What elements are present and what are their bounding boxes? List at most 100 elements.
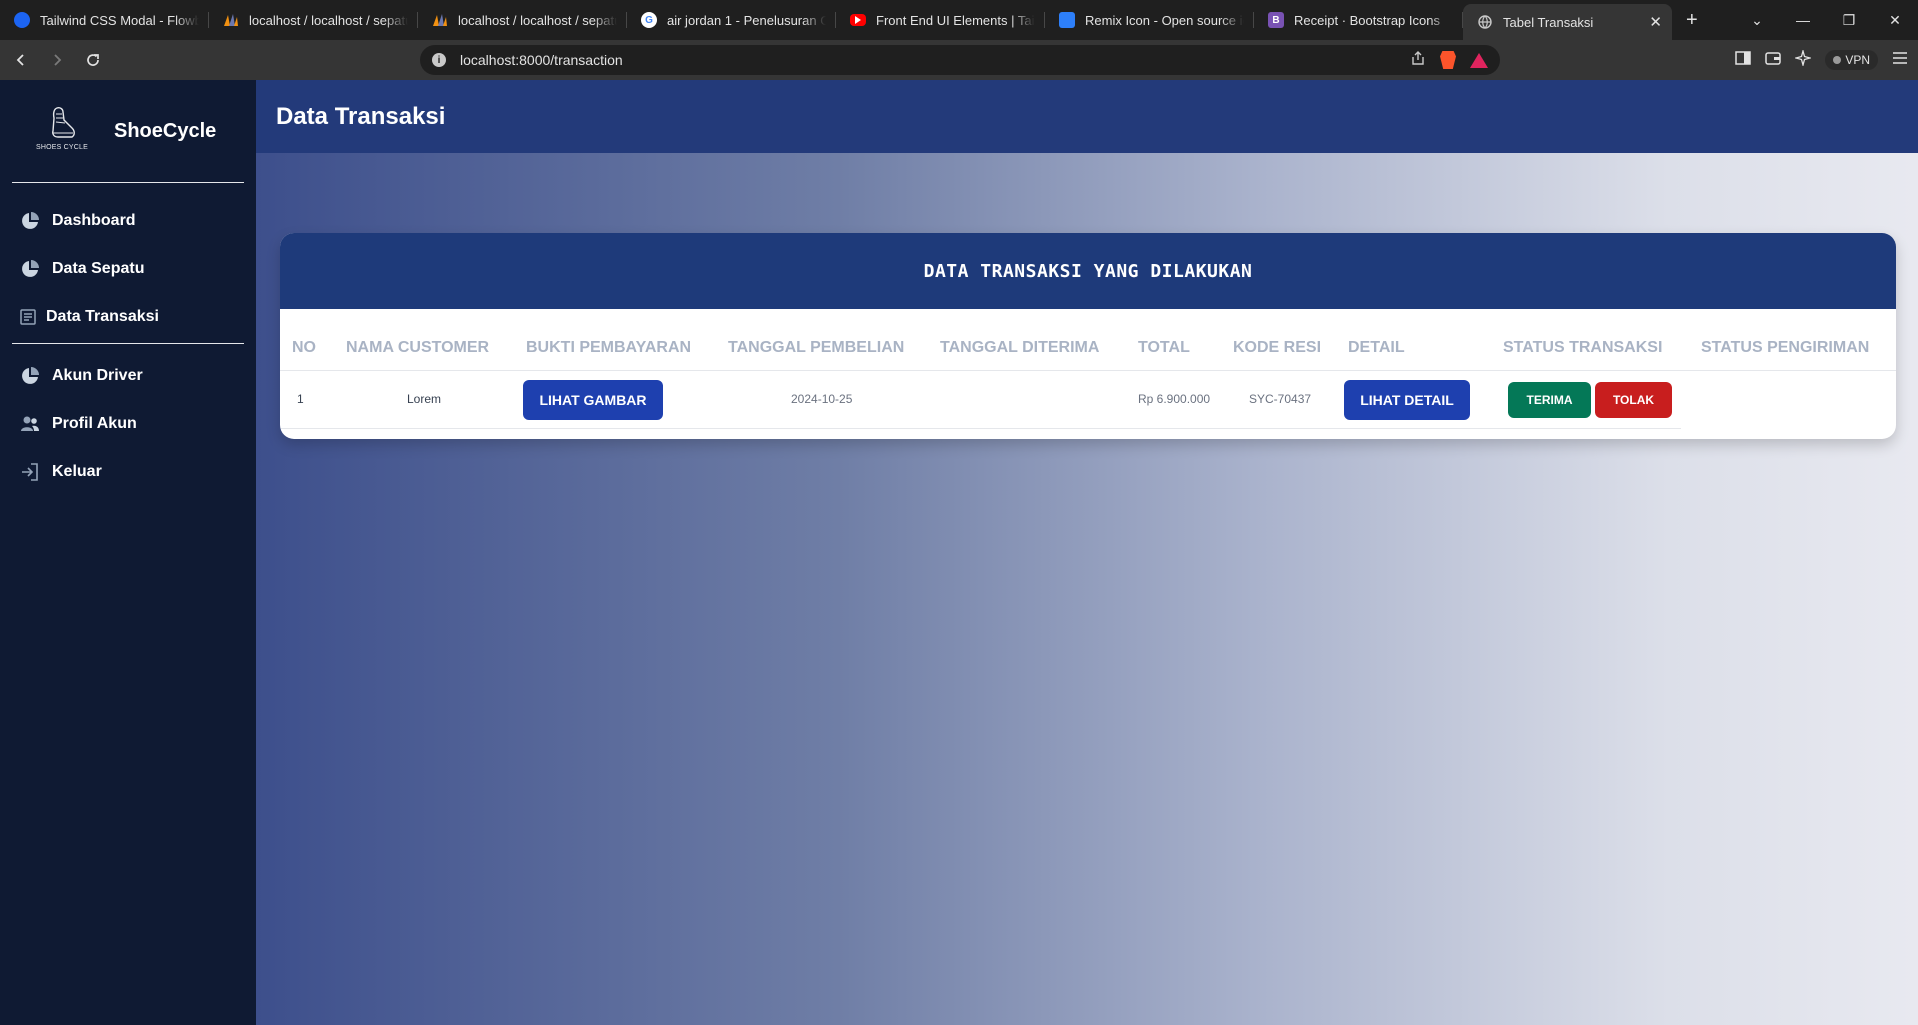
view-proof-button[interactable]: LIHAT GAMBAR <box>523 380 663 420</box>
sidebar-item-label: Profil Akun <box>52 415 137 432</box>
brave-rewards-icon[interactable] <box>1470 52 1488 68</box>
sidebar-item-label: Keluar <box>52 463 102 480</box>
sidebar-item-profil-akun[interactable]: Profil Akun <box>0 400 256 448</box>
reject-transaction-button[interactable]: TOLAK <box>1595 382 1672 418</box>
sidebar-item-akun-driver[interactable]: Akun Driver <box>0 352 256 400</box>
table-row: 1 Lorem LIHAT GAMBAR 2024-10-25 Rp 6.900… <box>280 371 1681 429</box>
cell-customer: Lorem <box>407 392 442 406</box>
card-title: DATA TRANSAKSI YANG DILAKUKAN <box>923 260 1253 282</box>
sidebar-item-data-sepatu[interactable]: Data Sepatu <box>0 245 256 293</box>
pie-chart-icon <box>22 212 39 229</box>
logout-icon <box>22 463 38 481</box>
sidebar-item-dashboard[interactable]: Dashboard <box>0 197 256 245</box>
sidebar-item-label: Data Transaksi <box>46 308 159 325</box>
browser-tab[interactable]: Tailwind CSS Modal - Flowbite <box>0 0 209 40</box>
column-header-purchase-date: TANGGAL PEMBELIAN <box>728 339 905 356</box>
table-header-row: NO NAMA CUSTOMER BUKTI PEMBAYARAN TANGGA… <box>280 309 1896 371</box>
browser-tab[interactable]: localhost / localhost / sepatu-t <box>418 0 627 40</box>
brand[interactable]: SHOES CYCLE ShoeCycle <box>0 80 256 182</box>
column-header-customer: NAMA CUSTOMER <box>346 339 490 356</box>
wallet-icon[interactable] <box>1765 51 1782 69</box>
view-detail-button[interactable]: LIHAT DETAIL <box>1344 380 1470 420</box>
receipt-icon <box>20 309 36 325</box>
sidebar-menu-main: Dashboard Data Sepatu Data Transaksi <box>0 183 256 343</box>
restore-button[interactable]: ❐ <box>1826 12 1872 29</box>
flowbite-favicon-icon <box>14 12 30 28</box>
google-favicon-icon: G <box>641 12 657 28</box>
share-icon[interactable] <box>1410 50 1426 70</box>
cell-purchase-date: 2024-10-25 <box>791 392 853 406</box>
browser-toolbar: i localhost:8000/transaction VPN <box>0 40 1918 80</box>
browser-tab[interactable]: Front End UI Elements | Tailwi <box>836 0 1045 40</box>
youtube-favicon-icon <box>850 14 866 26</box>
browser-tab[interactable]: B Receipt · Bootstrap Icons <box>1254 0 1463 40</box>
toolbar-right-actions: VPN <box>1735 40 1908 80</box>
phpmyadmin-favicon-icon <box>223 12 239 28</box>
page-header: Data Transaksi <box>256 80 1918 153</box>
shoe-logo-icon <box>52 107 75 138</box>
logo-caption: SHOES CYCLE <box>36 144 88 151</box>
vpn-label: VPN <box>1845 53 1870 67</box>
site-info-icon[interactable]: i <box>432 53 446 67</box>
new-tab-button[interactable]: + <box>1672 9 1712 32</box>
globe-favicon-icon <box>1477 14 1493 30</box>
sidebar: SHOES CYCLE ShoeCycle Dashboard Data Sep… <box>0 80 256 1025</box>
sidebar-item-label: Data Sepatu <box>52 260 145 277</box>
column-header-detail: DETAIL <box>1348 339 1405 356</box>
column-header-no: NO <box>292 339 316 356</box>
forward-button[interactable] <box>42 45 72 75</box>
shoecycle-logo: SHOES CYCLE <box>34 106 90 156</box>
browser-tab[interactable]: Remix Icon - Open source icon <box>1045 0 1254 40</box>
sidebar-item-label: Akun Driver <box>52 367 143 384</box>
menu-icon[interactable] <box>1892 51 1908 69</box>
pie-chart-icon <box>22 260 39 277</box>
column-header-total: TOTAL <box>1138 339 1190 356</box>
cell-no: 1 <box>297 392 304 406</box>
brand-name: ShoeCycle <box>114 119 217 142</box>
tab-title: Front End UI Elements | Tailwi <box>876 12 1035 28</box>
close-window-button[interactable]: ✕ <box>1872 12 1918 29</box>
tab-search-icon[interactable]: ⌄ <box>1734 12 1780 29</box>
sidebar-menu-account: Akun Driver Profil Akun Keluar <box>0 344 256 498</box>
column-header-resi: KODE RESI <box>1233 339 1322 356</box>
main-content: Data Transaksi DATA TRANSAKSI YANG DILAK… <box>256 80 1918 1025</box>
browser-tab[interactable]: G air jordan 1 - Penelusuran Goo <box>627 0 836 40</box>
tab-title: Remix Icon - Open source icon <box>1085 12 1244 28</box>
reload-button[interactable] <box>78 45 108 75</box>
browser-tab[interactable]: localhost / localhost / sepatu-t <box>209 0 418 40</box>
bootstrap-favicon-icon: B <box>1268 12 1284 28</box>
page-title: Data Transaksi <box>276 102 446 130</box>
users-icon <box>21 416 39 431</box>
accept-transaction-button[interactable]: TERIMA <box>1508 382 1591 418</box>
vpn-status-icon <box>1833 56 1842 64</box>
card-header: DATA TRANSAKSI YANG DILAKUKAN <box>280 233 1896 309</box>
leo-ai-icon[interactable] <box>1793 48 1813 70</box>
transaction-table-card: DATA TRANSAKSI YANG DILAKUKAN NO NAMA CU… <box>280 233 1896 439</box>
sidebar-item-keluar[interactable]: Keluar <box>0 448 256 496</box>
close-tab-icon[interactable]: ✕ <box>1649 13 1662 31</box>
cell-resi: SYC-70437 <box>1249 392 1312 406</box>
column-header-received-date: TANGGAL DITERIMA <box>940 339 1100 356</box>
browser-tab-strip: Tailwind CSS Modal - Flowbite localhost … <box>0 0 1918 40</box>
address-bar[interactable]: i localhost:8000/transaction <box>420 45 1500 75</box>
browser-tab-active[interactable]: Tabel Transaksi ✕ <box>1463 4 1672 40</box>
remix-icon-favicon-icon <box>1059 12 1075 28</box>
tab-title: localhost / localhost / sepatu-t <box>458 12 617 28</box>
url-text[interactable]: localhost:8000/transaction <box>460 52 623 68</box>
cell-total: Rp 6.900.000 <box>1138 392 1211 406</box>
sidebar-item-data-transaksi[interactable]: Data Transaksi <box>0 293 256 341</box>
brave-shields-icon[interactable] <box>1440 51 1456 69</box>
window-controls: ⌄ — ❐ ✕ <box>1734 0 1918 40</box>
vpn-button[interactable]: VPN <box>1825 50 1878 70</box>
minimize-button[interactable]: — <box>1780 12 1826 28</box>
phpmyadmin-favicon-icon <box>432 12 448 28</box>
pie-chart-icon <box>22 367 39 384</box>
tab-title: Tabel Transaksi <box>1503 14 1594 30</box>
tab-title: Tailwind CSS Modal - Flowbite <box>40 12 199 28</box>
tab-title: localhost / localhost / sepatu-t <box>249 12 408 28</box>
tab-title: Receipt · Bootstrap Icons <box>1294 12 1440 28</box>
back-button[interactable] <box>6 45 36 75</box>
tab-title: air jordan 1 - Penelusuran Goo <box>667 12 826 28</box>
sidebar-toggle-icon[interactable] <box>1735 51 1752 69</box>
column-header-transaction-status: STATUS TRANSAKSI <box>1503 339 1663 356</box>
